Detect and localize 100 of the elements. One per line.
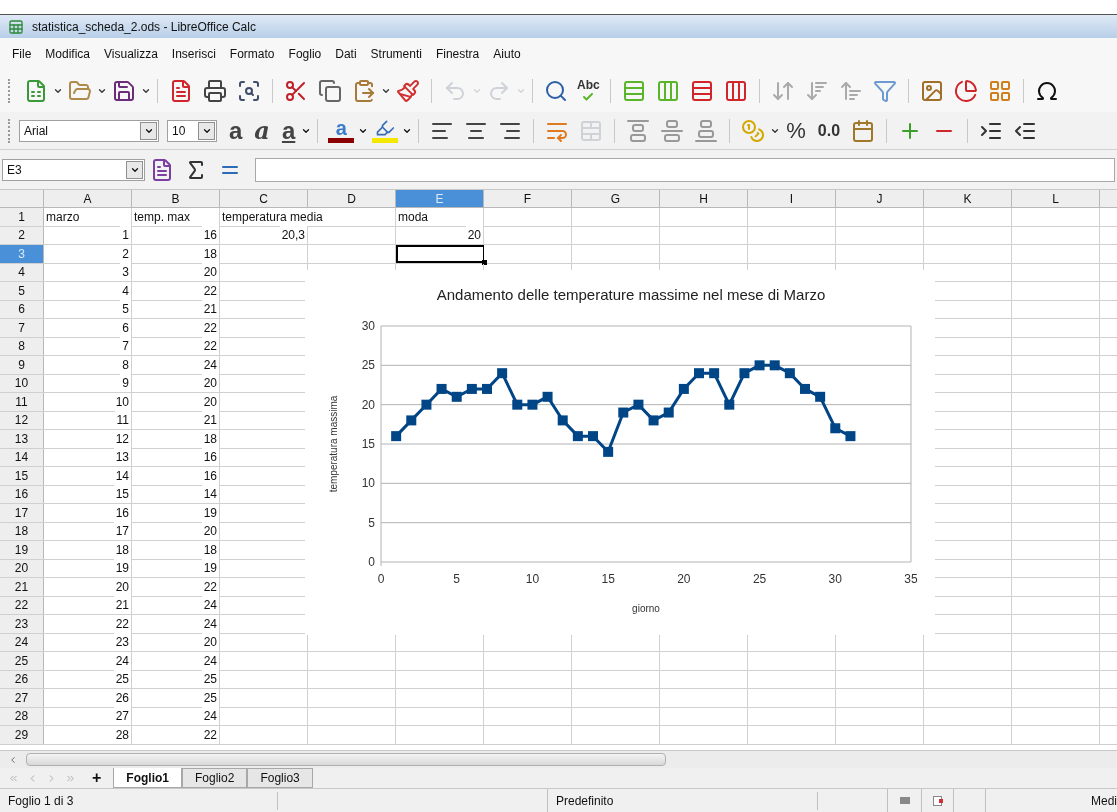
menu-item[interactable]: Modifica: [45, 45, 91, 63]
delete-rows-icon[interactable]: [689, 79, 714, 103]
row-header[interactable]: 15: [0, 467, 44, 485]
document-modified-icon[interactable]: [933, 795, 942, 806]
align-middle-icon[interactable]: [660, 118, 685, 143]
align-bottom-icon[interactable]: [694, 118, 719, 143]
row-header[interactable]: 9: [0, 356, 44, 374]
insert-rows-icon[interactable]: [621, 79, 646, 103]
menu-item[interactable]: Strumenti: [370, 45, 422, 63]
insert-columns-icon[interactable]: [655, 79, 680, 103]
print-preview-icon[interactable]: [237, 79, 261, 103]
column-header[interactable]: H: [660, 190, 748, 207]
column-header[interactable]: I: [748, 190, 836, 207]
new-spreadsheet-icon[interactable]: [24, 79, 48, 103]
menu-item[interactable]: Finestra: [435, 45, 480, 63]
printer-icon[interactable]: [203, 79, 227, 103]
formula-input-field[interactable]: [255, 157, 1115, 182]
highlight-button[interactable]: [372, 118, 399, 143]
tick-label: 15: [601, 572, 615, 586]
add-sheet-button[interactable]: +: [92, 770, 102, 786]
row-header[interactable]: 5: [0, 282, 44, 300]
row-header[interactable]: 21: [0, 578, 44, 596]
data-point: [527, 399, 538, 410]
omega-icon[interactable]: [1034, 79, 1059, 103]
tick-label: 5: [453, 572, 461, 586]
caret-icon[interactable]: [97, 86, 107, 96]
number-format-button[interactable]: 0.0: [817, 118, 841, 143]
row-header[interactable]: 29: [0, 726, 44, 744]
row-header[interactable]: 11: [0, 393, 44, 411]
name-box-field[interactable]: E3: [2, 158, 145, 181]
clipboard-icon[interactable]: [352, 79, 376, 103]
menu-item[interactable]: Dati: [335, 45, 357, 63]
save-icon[interactable]: [112, 79, 136, 103]
caret-icon[interactable]: [141, 86, 151, 96]
sheet-tab[interactable]: Foglio3: [247, 768, 313, 788]
selection-mode-icon[interactable]: [899, 797, 910, 804]
row-header[interactable]: 23: [0, 615, 44, 633]
column-header[interactable]: L: [1012, 190, 1100, 207]
row-header[interactable]: 27: [0, 689, 44, 707]
calendar-icon[interactable]: [851, 118, 876, 143]
column-header[interactable]: K: [924, 190, 1012, 207]
row-header[interactable]: 13: [0, 430, 44, 448]
delete-columns-icon[interactable]: [723, 79, 748, 103]
row-header[interactable]: 25: [0, 652, 44, 670]
font-name-field[interactable]: Arial: [19, 119, 159, 142]
data-point: [451, 391, 462, 402]
menu-item[interactable]: Aiuto: [493, 45, 521, 63]
column-header[interactable]: B: [132, 190, 220, 207]
menu-item[interactable]: Inserisci: [171, 45, 216, 63]
fill-handle[interactable]: [482, 259, 487, 265]
data-point: [588, 431, 598, 442]
font-color-button[interactable]: a: [328, 118, 355, 143]
folder-icon[interactable]: [68, 79, 92, 103]
font-size-field[interactable]: 10: [167, 119, 217, 142]
column-header[interactable]: C: [220, 190, 308, 207]
data-point: [572, 431, 583, 442]
row-header[interactable]: 1: [0, 208, 44, 226]
filter-icon[interactable]: [872, 79, 897, 103]
data-point: [633, 399, 644, 410]
scissors-icon[interactable]: [284, 79, 308, 103]
row-header[interactable]: 17: [0, 504, 44, 522]
menu-item[interactable]: Formato: [229, 45, 275, 63]
data-point: [739, 368, 750, 379]
menu-item[interactable]: Visualizza: [104, 45, 158, 63]
column-header[interactable]: F: [484, 190, 572, 207]
scroll-left-icon[interactable]: [8, 754, 18, 765]
bold-button[interactable]: a: [229, 118, 243, 143]
pivot-table-icon[interactable]: [987, 79, 1012, 103]
image-icon[interactable]: [919, 79, 944, 103]
align-top-icon[interactable]: [626, 118, 651, 143]
tick-label: 0: [368, 555, 375, 569]
percent-button[interactable]: %: [786, 114, 806, 147]
caret-icon[interactable]: [381, 86, 391, 96]
column-header[interactable]: J: [836, 190, 924, 207]
pdf-icon[interactable]: [169, 79, 193, 103]
find-replace-icon[interactable]: [544, 79, 568, 103]
copy-icon[interactable]: [318, 79, 342, 103]
row-header[interactable]: 7: [0, 319, 44, 337]
menu-item[interactable]: Foglio: [288, 45, 322, 63]
column-header[interactable]: A: [44, 190, 132, 207]
data-point: [497, 368, 508, 379]
menu-item[interactable]: File: [12, 45, 32, 63]
sheet-tab[interactable]: Foglio2: [182, 768, 248, 788]
paintbrush-icon[interactable]: [396, 79, 420, 103]
data-point: [724, 399, 735, 410]
spellcheck-button[interactable]: Abc: [577, 79, 600, 103]
italic-button[interactable]: a: [254, 118, 270, 143]
row-header[interactable]: 19: [0, 541, 44, 559]
caret-icon[interactable]: [53, 86, 63, 96]
data-point: [512, 399, 523, 410]
data-point: [421, 399, 432, 410]
column-header[interactable]: G: [572, 190, 660, 207]
sheet-tab[interactable]: Foglio1: [113, 768, 182, 788]
axis-title: temperatura massima: [328, 395, 339, 493]
tick-label: 20: [361, 397, 375, 412]
underline-button[interactable]: a: [281, 118, 296, 143]
data-point: [436, 383, 447, 394]
pie-chart-icon[interactable]: [953, 79, 978, 103]
scrollbar-thumb[interactable]: [26, 753, 666, 766]
function-wizard-icon[interactable]: [150, 157, 174, 182]
